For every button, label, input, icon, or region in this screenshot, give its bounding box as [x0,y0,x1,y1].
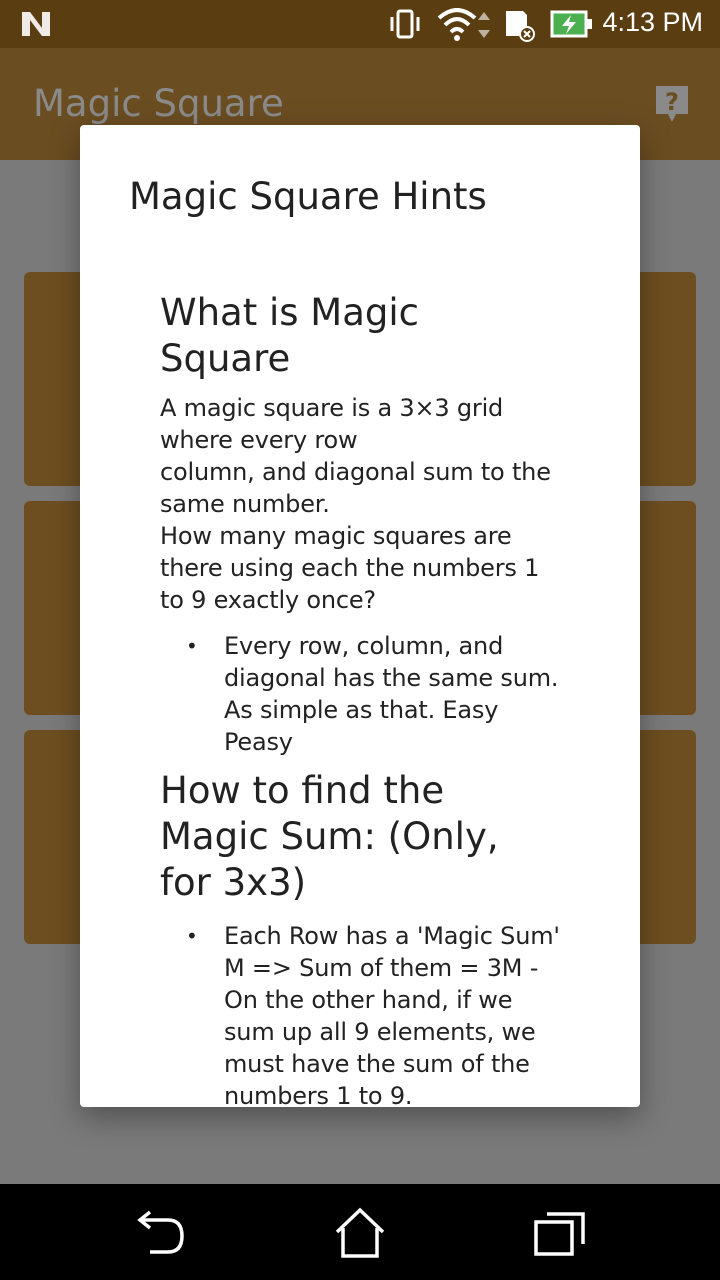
list-item-text: Each Row has a 'Magic Sum' M => Sum of t… [224,922,560,1107]
vibrate-icon [390,9,420,39]
recents-icon[interactable] [533,1206,587,1260]
status-bar: 4:13 PM [0,0,720,48]
section-heading-what-is: What is Magic Square [160,291,419,380]
notification-n-icon [22,12,50,36]
list-item: • Each Row has a 'Magic Sum' M => Sum of … [186,920,560,1107]
help-question-icon[interactable]: ? [654,84,690,124]
dialog-title: Magic Square Hints [129,175,487,218]
hints-dialog: Magic Square Hints What is Magic Square … [80,125,640,1107]
home-icon[interactable] [333,1206,387,1260]
status-time: 4:13 PM [602,7,703,37]
list-item: • Every row, column, and diagonal has the… [186,630,560,758]
dialog-content: What is Magic Square A magic square is a… [160,290,560,1107]
wifi-icon [437,8,490,41]
sd-card-icon [506,11,535,42]
bullet-icon: • [186,924,198,948]
app-title: Magic Square [33,82,284,125]
battery-charging-icon [550,10,592,38]
svg-text:?: ? [665,88,679,116]
section-heading-how-to-find: How to find the Magic Sum: (Only, for 3x… [160,769,499,904]
list-item-text: Every row, column, and diagonal has the … [224,632,559,756]
section-paragraph-what-is: A magic square is a 3×3 grid where every… [160,394,551,614]
back-icon[interactable] [134,1206,188,1260]
section-list-what-is: • Every row, column, and diagonal has the… [160,630,560,758]
bullet-icon: • [186,634,198,658]
navigation-bar [0,1184,720,1280]
section-list-how-to-find: • Each Row has a 'Magic Sum' M => Sum of … [160,920,560,1107]
